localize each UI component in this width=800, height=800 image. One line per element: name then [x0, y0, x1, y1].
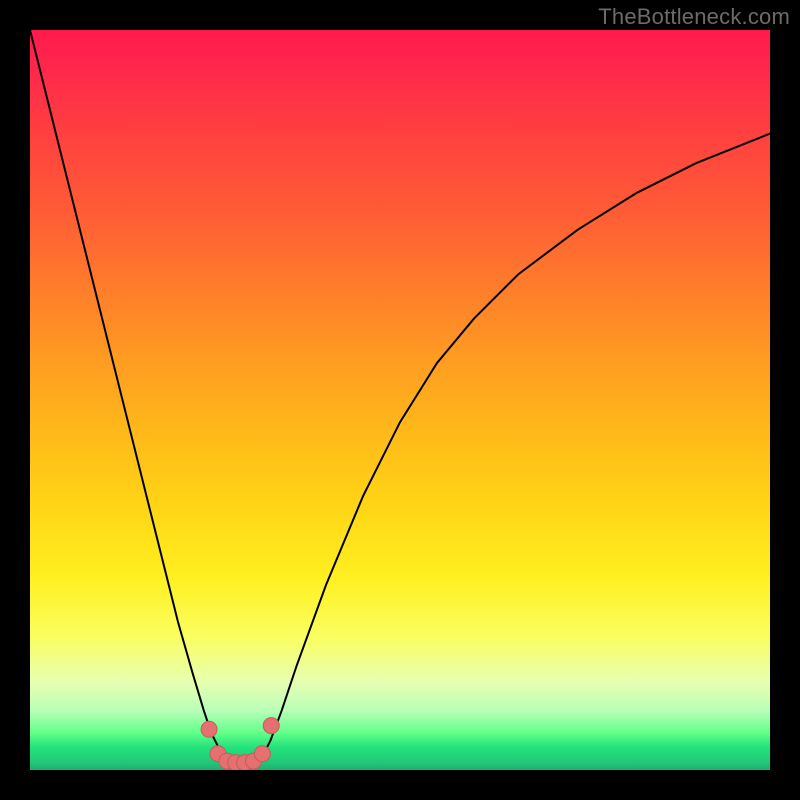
watermark-text: TheBottleneck.com — [598, 4, 790, 30]
curve-marker — [263, 718, 279, 734]
plot-area — [30, 30, 770, 770]
curve-left-branch — [30, 30, 256, 763]
curve-marker — [201, 721, 217, 737]
curve-right-branch — [256, 134, 770, 763]
curve-marker — [254, 746, 270, 762]
curve-markers — [201, 718, 279, 770]
bottleneck-curve — [30, 30, 770, 770]
chart-frame: TheBottleneck.com — [0, 0, 800, 800]
